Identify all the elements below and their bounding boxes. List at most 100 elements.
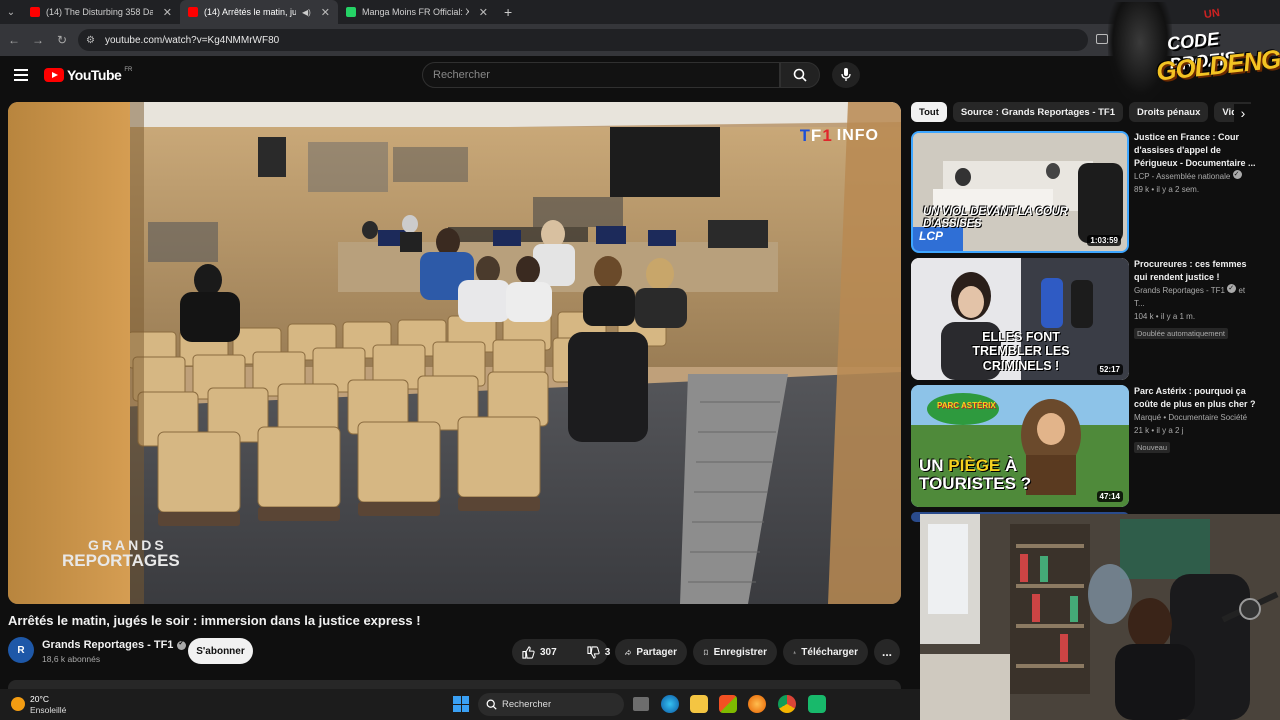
video-title: Arrêtés le matin, jugés le soir : immers… — [8, 613, 421, 628]
tab-title: (14) Arrêtés le matin, jugés — [204, 7, 296, 17]
sun-icon[interactable] — [11, 697, 25, 711]
channel-suffix: Documentaire Société — [1168, 413, 1248, 422]
chip-source[interactable]: Source : Grands Reportages - TF1 — [952, 102, 1124, 122]
video-thumbnail[interactable]: ELLES FONT TREMBLER LES CRIMINELS ! 52:1… — [911, 258, 1129, 380]
download-button[interactable]: Télécharger — [783, 639, 868, 665]
browser-tab-strip: ⌄ (14) The Disturbing 358 Days D ✕ (14) … — [0, 0, 1280, 24]
verified-icon — [1232, 168, 1242, 181]
reload-icon[interactable]: ↻ — [50, 33, 74, 47]
close-tab-icon[interactable]: ✕ — [321, 6, 330, 19]
youtube-favicon-icon — [188, 7, 198, 17]
chip-all[interactable]: Tout — [911, 102, 947, 122]
share-label: Partager — [636, 646, 677, 658]
save-label: Enregistrer — [713, 646, 767, 658]
like-button[interactable]: 307 — [512, 639, 567, 665]
recommendation-channel[interactable]: Marqué • Documentaire Société — [1134, 411, 1256, 424]
upload-age: il y a 2 j — [1156, 426, 1184, 435]
browser-tab-2[interactable]: (14) Arrêtés le matin, jugés ◀) ✕ — [180, 0, 338, 24]
youtube-logo[interactable]: YouTube FR — [44, 67, 132, 83]
chrome-icon[interactable] — [778, 695, 796, 713]
search-button[interactable] — [780, 62, 820, 88]
recommendation-channel[interactable]: LCP - Assemblée nationale — [1134, 168, 1256, 183]
dislike-count: 3 — [604, 646, 611, 658]
file-explorer-icon[interactable] — [690, 695, 708, 713]
video-thumbnail[interactable]: UN VIOL DEVANT LA COUR D'ASSISES LCP 1:0… — [911, 131, 1129, 253]
recommendation-title[interactable]: Procureures : ces femmes qui rendent jus… — [1134, 258, 1256, 284]
streamer-overlay-logo: UN CODE PROZIS GOLDENG — [1108, 2, 1280, 102]
thumbs-down-icon — [587, 645, 600, 659]
url-field[interactable]: ⚙ youtube.com/watch?v=Kg4NMMrWF80 — [78, 29, 1088, 51]
recommendation-title[interactable]: Parc Astérix : pourquoi ça coûte de plus… — [1134, 385, 1256, 411]
menu-icon[interactable] — [14, 69, 28, 81]
back-icon[interactable]: ← — [2, 33, 26, 47]
tab-search-icon[interactable]: ⌄ — [0, 0, 22, 24]
taskbar-search[interactable]: Rechercher — [478, 693, 624, 716]
recommendation-title[interactable]: Justice en France : Cour d'assises d'app… — [1134, 131, 1256, 170]
verified-icon — [177, 639, 187, 650]
task-view-icon[interactable] — [633, 697, 649, 711]
taskbar-search-label: Rechercher — [502, 699, 552, 710]
search-input[interactable]: Rechercher — [422, 62, 780, 88]
manga-favicon-icon — [346, 7, 356, 17]
watermark-line2: REPORTAGES — [62, 551, 180, 570]
edge-icon[interactable] — [661, 695, 679, 713]
windows-start-icon[interactable] — [453, 696, 469, 712]
share-icon — [625, 649, 632, 655]
install-app-icon[interactable] — [1096, 34, 1108, 44]
browser-tab-3[interactable]: Manga Moins FR Official: X, Tw ✕ — [338, 0, 496, 24]
tf1-text: TF1 — [799, 126, 833, 145]
channel-name-text: LCP - Assemblée nationale — [1134, 172, 1231, 181]
windows-taskbar: 20°C Ensoleillé Rechercher — [0, 689, 920, 720]
recommendation-item[interactable]: PARC ASTÉRIX UN PIÈGE À TOURISTES ? 47:1… — [911, 385, 1256, 507]
video-frame-courtroom — [8, 102, 901, 604]
dislike-button[interactable]: 3 — [577, 639, 621, 665]
recommendation-channel[interactable]: Grands Reportages - TF1 et T... — [1134, 282, 1256, 310]
download-icon — [793, 650, 796, 654]
recommendation-stats: 21 k • il y a 2 j — [1134, 426, 1184, 435]
chip-droits-penaux[interactable]: Droits pénaux — [1129, 102, 1209, 122]
search-icon — [486, 699, 497, 710]
site-info-icon[interactable]: ⚙ — [86, 35, 95, 46]
forward-icon[interactable]: → — [26, 33, 50, 47]
subscribe-button[interactable]: S'abonner — [188, 638, 253, 664]
voice-search-button[interactable] — [832, 62, 860, 88]
new-tab-icon[interactable]: + — [504, 4, 512, 20]
recommendation-item[interactable]: ELLES FONT TREMBLER LES CRIMINELS ! 52:1… — [911, 258, 1256, 380]
url-text: youtube.com/watch?v=Kg4NMMrWF80 — [104, 34, 280, 46]
speaker-icon[interactable]: ◀) — [302, 8, 311, 17]
chevron-right-icon[interactable]: › — [1234, 104, 1252, 122]
video-player[interactable]: TF1 INFO GRANDS REPORTAGES — [8, 102, 901, 604]
channel-name[interactable]: Grands Reportages - TF1 — [42, 639, 187, 651]
share-button[interactable]: Partager — [615, 639, 687, 665]
youtube-header: YouTube FR Rechercher — [0, 56, 1280, 96]
video-thumbnail[interactable]: PARC ASTÉRIX UN PIÈGE À TOURISTES ? 47:1… — [911, 385, 1129, 507]
close-tab-icon[interactable]: ✕ — [163, 6, 172, 19]
firefox-icon[interactable] — [748, 695, 766, 713]
close-tab-icon[interactable]: ✕ — [479, 6, 488, 19]
browser-tab-1[interactable]: (14) The Disturbing 358 Days D ✕ — [22, 0, 180, 24]
microphone-icon — [841, 68, 851, 81]
thumbnail-caption: ELLES FONT TREMBLER LES CRIMINELS ! — [972, 330, 1070, 373]
more-icon: ... — [881, 645, 892, 659]
like-count: 307 — [540, 646, 557, 658]
recommendation-info: Procureures : ces femmes qui rendent jus… — [1134, 258, 1256, 341]
bookmark-icon — [703, 649, 708, 655]
app-icon[interactable] — [808, 695, 826, 713]
download-label: Télécharger — [801, 646, 858, 658]
view-count: 89 k — [1134, 185, 1150, 194]
save-button[interactable]: Enregistrer — [693, 639, 777, 665]
search-placeholder: Rechercher — [433, 69, 490, 81]
like-dislike-group: 307 3 — [512, 639, 610, 665]
logo-text: YouTube — [67, 67, 122, 83]
store-icon[interactable] — [719, 695, 737, 713]
park-logo-text: PARC ASTÉRIX — [937, 401, 996, 410]
weather-temperature[interactable]: 20°C — [30, 694, 49, 704]
weather-description[interactable]: Ensoleillé — [30, 705, 66, 715]
channel-avatar[interactable]: R — [8, 637, 34, 663]
caption-word: UN — [919, 456, 944, 475]
subscriber-count: 18,6 k abonnés — [42, 654, 101, 664]
recommendation-item[interactable]: UN VIOL DEVANT LA COUR D'ASSISES LCP 1:0… — [911, 131, 1256, 253]
search-icon — [793, 68, 807, 82]
tf1-info-watermark: TF1 INFO — [800, 126, 879, 146]
more-actions-button[interactable]: ... — [874, 639, 900, 665]
